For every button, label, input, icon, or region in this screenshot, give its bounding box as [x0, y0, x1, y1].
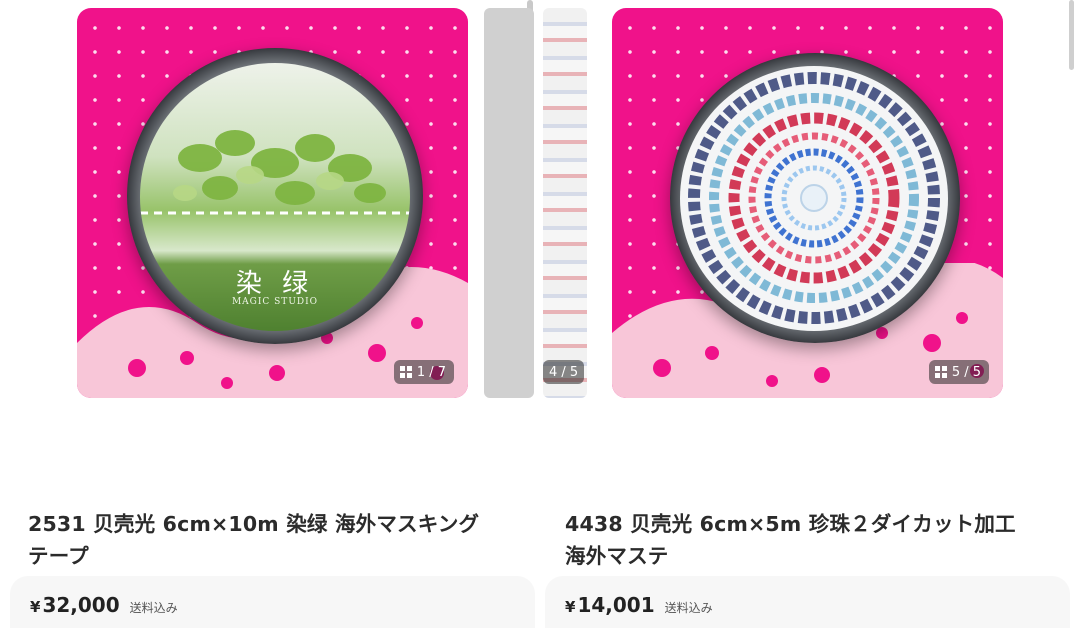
- tape-design: [680, 66, 948, 331]
- shipping-label: 送料込み: [129, 601, 178, 615]
- gallery-icon: [399, 366, 412, 378]
- tape-sublabel: MAGIC STUDIO: [231, 297, 319, 307]
- gallery-icon: [934, 366, 947, 378]
- scrollbar-thumb[interactable]: [1069, 0, 1074, 70]
- product-image-right[interactable]: 5 / 5: [612, 8, 1003, 398]
- product-title-line1: 4438 贝壳光 6cm×5m 珍珠２ダイカット加工: [565, 512, 1016, 536]
- currency-symbol: ¥: [30, 598, 41, 616]
- currency-symbol: ¥: [565, 598, 576, 616]
- image-counter-text: 5 / 5: [951, 364, 981, 380]
- price: ¥ 32,000 送料込み: [30, 593, 178, 617]
- price-value: 14,001: [577, 593, 655, 617]
- price-value: 32,000: [42, 593, 120, 617]
- carousel-peek-card[interactable]: [484, 8, 534, 398]
- product-card-right[interactable]: 5 / 5 4438 贝壳光 6cm×5m 珍珠２ダイカット加工 海外マステ ¥…: [545, 0, 1080, 628]
- image-counter-text: 1 / 7: [416, 364, 446, 380]
- tape-design: 染 绿 MAGIC STUDIO: [140, 63, 410, 331]
- image-counter: 5 / 5: [928, 360, 989, 384]
- product-title[interactable]: 4438 贝壳光 6cm×5m 珍珠２ダイカット加工 海外マステ: [565, 508, 1070, 572]
- image-counter: 1 / 7: [393, 360, 454, 384]
- price: ¥ 14,001 送料込み: [565, 593, 713, 617]
- product-title-line1: 2531 贝壳光 6cm×10m 染绿 海外マスキング: [28, 512, 480, 536]
- product-card-left[interactable]: 染 绿 MAGIC STUDIO 1 / 7 2531 贝壳光 6cm×10m …: [0, 0, 535, 628]
- product-title-line2: 海外マステ: [565, 544, 669, 568]
- product-title[interactable]: 2531 贝壳光 6cm×10m 染绿 海外マスキング テープ: [28, 508, 528, 572]
- tape-label: 染 绿: [235, 269, 315, 299]
- shipping-label: 送料込み: [664, 601, 713, 615]
- product-image-left[interactable]: 染 绿 MAGIC STUDIO 1 / 7: [77, 8, 468, 398]
- product-title-line2: テープ: [28, 544, 89, 568]
